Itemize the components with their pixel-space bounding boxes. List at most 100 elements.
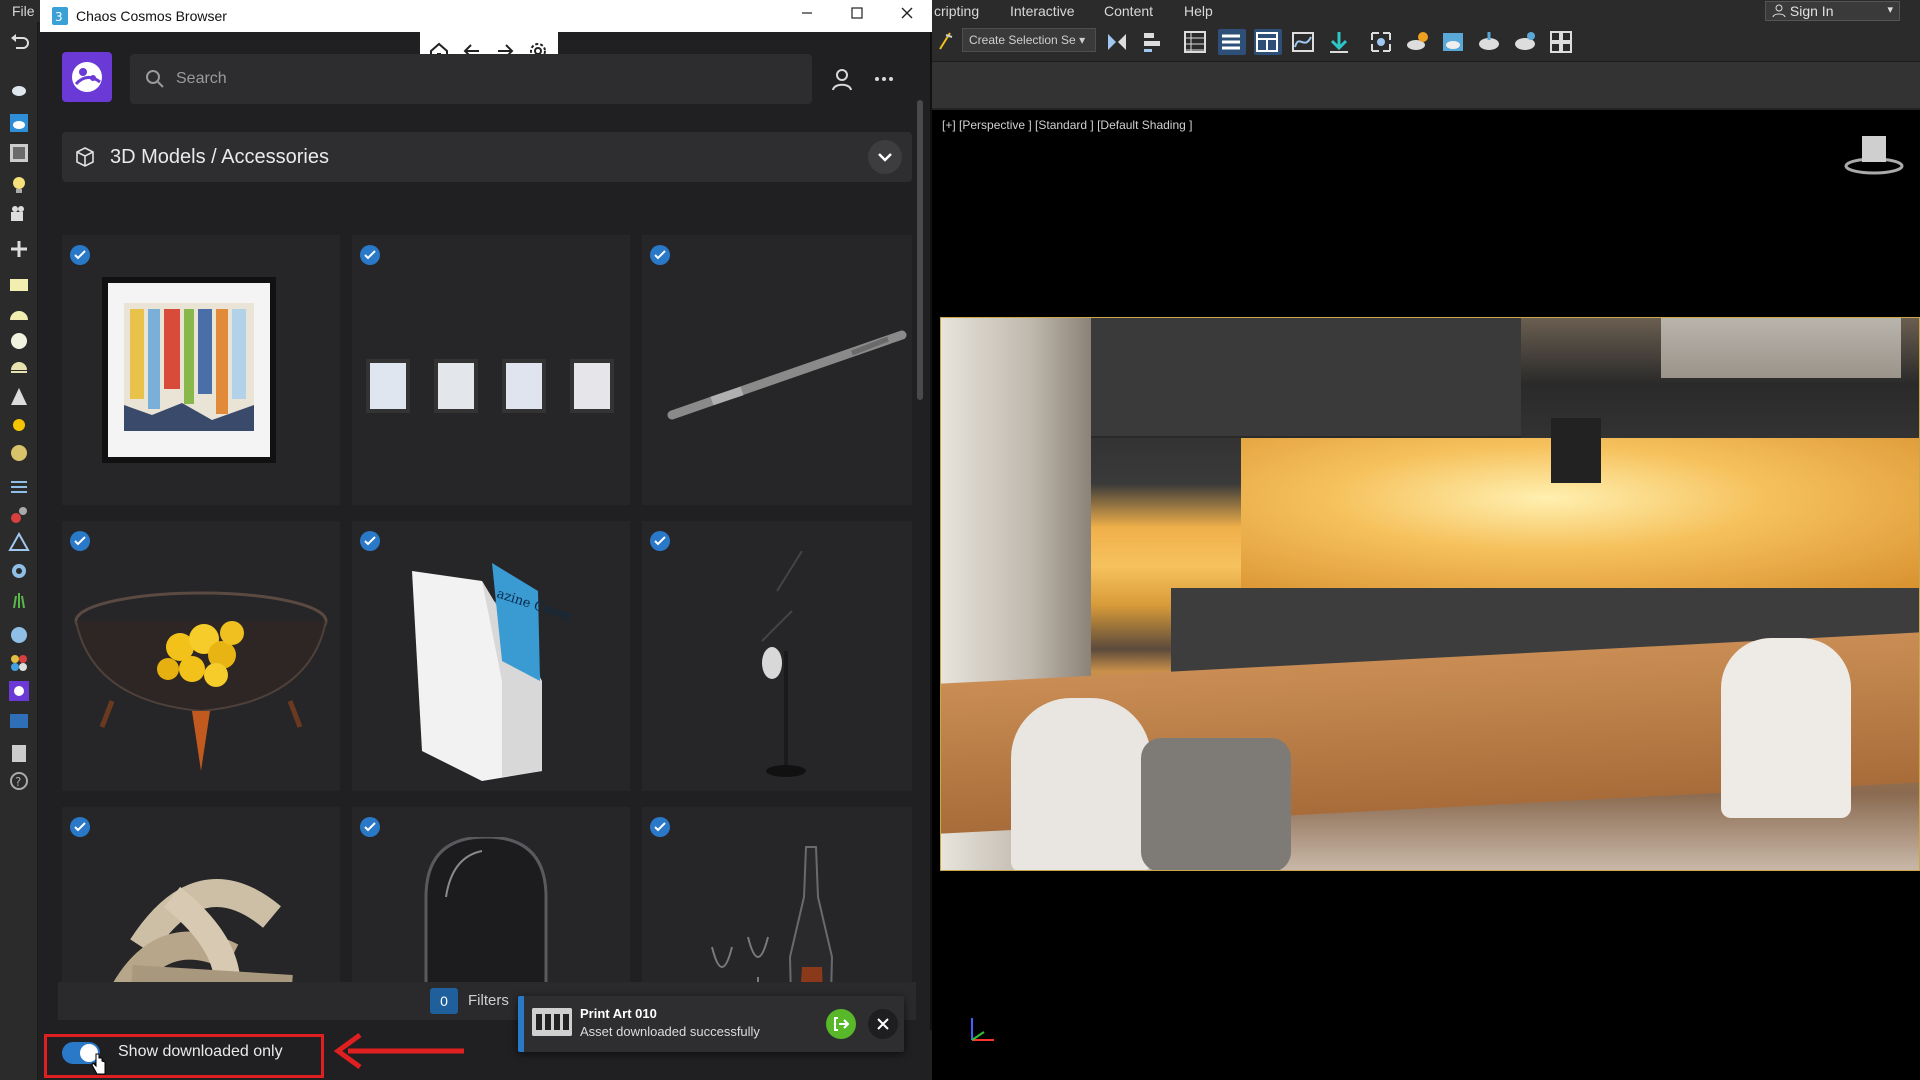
asset-card-wine-set[interactable] xyxy=(642,807,912,985)
clipboard-icon[interactable] xyxy=(8,742,30,764)
search-input[interactable] xyxy=(176,68,776,90)
mesh-icon[interactable] xyxy=(8,532,30,554)
hemisphere-icon[interactable] xyxy=(8,304,30,326)
create-icon[interactable] xyxy=(8,112,30,134)
filters-button[interactable]: Filters xyxy=(468,992,509,1009)
perspective-viewport[interactable]: [+] [Perspective ] [Standard ] [Default … xyxy=(932,110,1920,1080)
align-icon[interactable] xyxy=(1140,29,1168,55)
asset-card-pen[interactable] xyxy=(642,235,912,505)
sphere-icon[interactable] xyxy=(8,330,30,352)
render-iterative-icon[interactable] xyxy=(1512,29,1540,55)
ies-light-icon[interactable] xyxy=(8,442,30,464)
paper-frames-thumbnail xyxy=(366,359,614,413)
maximize-button[interactable] xyxy=(832,0,882,32)
downloaded-check-icon xyxy=(70,245,90,265)
menu-help[interactable]: Help xyxy=(1184,3,1213,19)
ribbon-toggle-icon[interactable] xyxy=(1254,29,1282,55)
undo-icon[interactable] xyxy=(8,30,30,52)
create-selection-set-dropdown[interactable]: Create Selection Se ▾ xyxy=(962,28,1096,52)
pen-thumbnail xyxy=(667,330,907,420)
asset-card-print-art[interactable] xyxy=(62,235,340,505)
cosmos-logo[interactable] xyxy=(62,52,112,102)
mirror-icon[interactable] xyxy=(1104,29,1132,55)
dome-light-icon[interactable] xyxy=(8,358,30,380)
asset-card-paper-frames[interactable] xyxy=(352,235,630,505)
cone-icon[interactable] xyxy=(8,386,30,408)
menu-interactive[interactable]: Interactive xyxy=(1010,3,1075,19)
help-icon[interactable]: ? xyxy=(8,770,30,792)
downloaded-check-icon xyxy=(650,817,670,837)
asset-card-magazine-holder[interactable]: azine Cover xyxy=(352,521,630,791)
viewport-label[interactable]: [+] [Perspective ] [Standard ] [Default … xyxy=(942,118,1192,132)
window-title: Chaos Cosmos Browser xyxy=(76,8,227,24)
downloaded-check-icon xyxy=(650,245,670,265)
frame-buffer-icon[interactable] xyxy=(8,710,30,732)
asset-card-floor-lamp[interactable] xyxy=(642,521,912,791)
select-icon[interactable] xyxy=(934,29,962,55)
account-icon[interactable] xyxy=(829,66,855,92)
close-icon xyxy=(901,7,913,19)
asset-card-glass-dome[interactable] xyxy=(352,807,630,985)
material-sphere-icon[interactable] xyxy=(8,624,30,646)
render-production-icon[interactable] xyxy=(1476,29,1504,55)
toast-title: Print Art 010 xyxy=(580,1006,657,1021)
more-options-button[interactable] xyxy=(870,66,898,92)
category-dropdown-button[interactable] xyxy=(868,140,902,174)
cosmos-icon[interactable] xyxy=(8,680,30,702)
scene-explorer-icon[interactable] xyxy=(1182,29,1210,55)
close-button[interactable] xyxy=(882,0,932,32)
light-icon[interactable] xyxy=(8,174,30,196)
host-ribbon xyxy=(932,62,1920,110)
minimize-icon xyxy=(802,12,812,14)
breadcrumb-text: 3D Models / Accessories xyxy=(110,146,329,168)
show-downloaded-label: Show downloaded only xyxy=(118,1043,283,1060)
grid-scrollbar[interactable] xyxy=(917,100,923,400)
camera-icon[interactable] xyxy=(8,204,30,226)
gear-icon[interactable] xyxy=(8,560,30,582)
toast-close-button[interactable] xyxy=(868,1009,898,1039)
menu-content[interactable]: Content xyxy=(1104,3,1153,19)
menu-scripting[interactable]: cripting xyxy=(934,3,979,19)
material-editor-icon[interactable] xyxy=(1368,29,1396,55)
rendered-kitchen-scene xyxy=(940,317,1920,871)
sign-in-button[interactable]: Sign In ▾ xyxy=(1765,1,1900,21)
red-arrow-annotation-icon xyxy=(333,1032,464,1070)
app-icon: 3 xyxy=(52,7,68,25)
cosmos-logo-icon xyxy=(72,62,102,92)
category-breadcrumb[interactable]: 3D Models / Accessories xyxy=(62,132,912,182)
screen: File cripting Interactive Content Help S… xyxy=(0,0,1920,1080)
axis-tripod-icon xyxy=(971,1018,994,1041)
open-asset-button[interactable] xyxy=(826,1009,856,1039)
sun-icon[interactable] xyxy=(8,414,30,436)
render-setup-icon[interactable] xyxy=(1404,29,1432,55)
selection-set-label: Create Selection Se xyxy=(969,33,1076,47)
svg-text:3: 3 xyxy=(55,10,63,24)
schematic-icon[interactable] xyxy=(1326,29,1354,55)
window-titlebar[interactable]: 3 Chaos Cosmos Browser xyxy=(40,0,932,32)
modify-icon[interactable] xyxy=(8,142,30,164)
search-box[interactable] xyxy=(130,54,812,104)
chevron-down-icon xyxy=(878,153,892,162)
scatter-icon[interactable] xyxy=(8,588,30,610)
wine-set-thumbnail xyxy=(711,846,834,985)
glass-dome-thumbnail xyxy=(424,837,548,985)
plane-icon[interactable] xyxy=(8,274,30,296)
cosmos-browser-window: 3 Chaos Cosmos Browser Search 3D Models … xyxy=(40,0,932,1080)
menu-file[interactable]: File xyxy=(12,3,35,19)
curve-editor-icon[interactable] xyxy=(1290,29,1318,55)
rendered-frame-window-icon[interactable] xyxy=(1440,29,1468,55)
layer-explorer-icon[interactable] xyxy=(1218,29,1246,55)
helper-icon[interactable] xyxy=(8,238,30,260)
minimize-button[interactable] xyxy=(782,0,832,32)
proxy-icon[interactable] xyxy=(8,504,30,526)
asset-card-fruit-bowl[interactable] xyxy=(62,521,340,791)
teapot-icon[interactable] xyxy=(8,78,30,100)
asset-card-wooden-sphere[interactable] xyxy=(62,807,340,985)
print-art-thumbnail xyxy=(102,277,276,463)
user-icon xyxy=(1772,4,1786,18)
fur-icon[interactable] xyxy=(8,476,30,498)
fruit-bowl-thumbnail xyxy=(74,591,328,771)
viewcube-icon[interactable] xyxy=(1842,130,1906,180)
material-library-icon[interactable] xyxy=(8,652,30,674)
render-grid-icon[interactable] xyxy=(1548,29,1576,55)
